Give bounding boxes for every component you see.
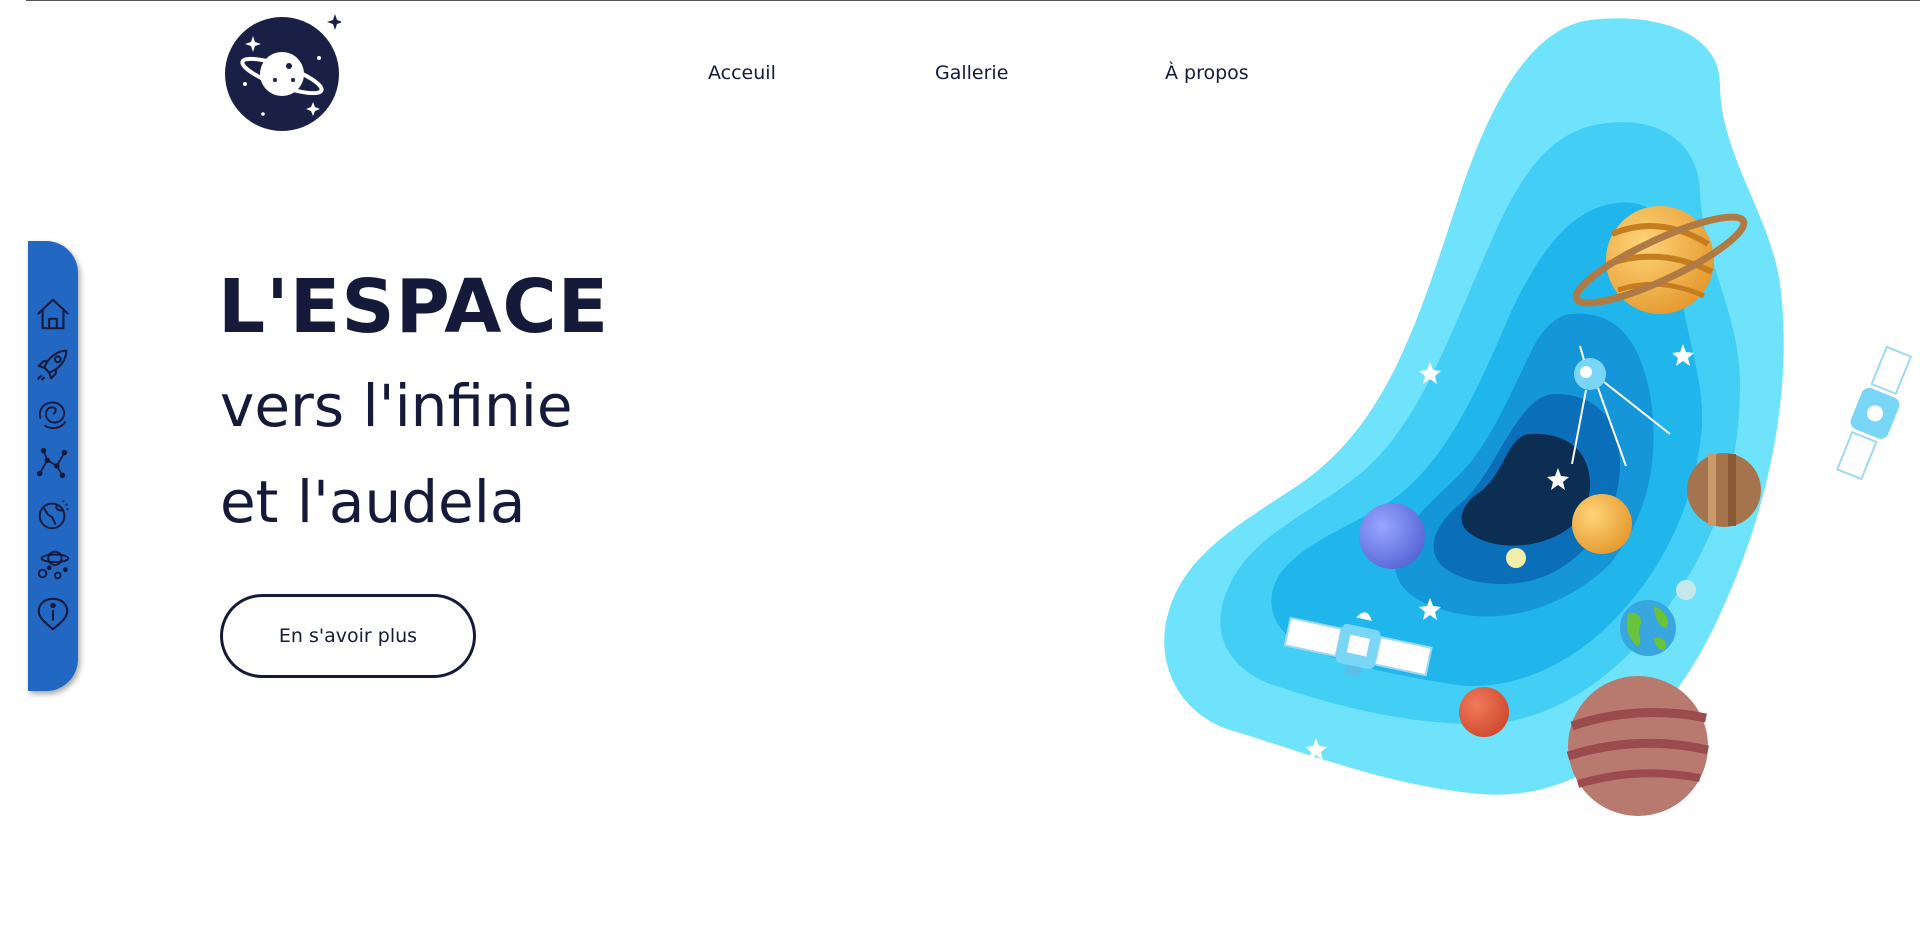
hero-title: L'ESPACE: [218, 264, 610, 350]
learn-more-button[interactable]: En s'avoir plus: [220, 594, 476, 678]
home-icon[interactable]: [33, 294, 73, 334]
side-nav: [28, 241, 78, 691]
info-icon[interactable]: [33, 594, 73, 634]
constellation-icon[interactable]: [33, 444, 73, 484]
planet-logo-icon[interactable]: [223, 14, 341, 132]
nav-home-link[interactable]: Acceuil: [708, 62, 776, 84]
top-border: [26, 0, 1920, 1]
rocket-icon[interactable]: [33, 344, 73, 384]
hero-subtitle-line1: vers l'infinie: [220, 372, 573, 440]
nav-gallery-link[interactable]: Gallerie: [935, 62, 1008, 84]
earth-icon[interactable]: [33, 494, 73, 534]
galaxy-icon[interactable]: [33, 394, 73, 434]
planets-icon[interactable]: [33, 544, 73, 584]
space-illustration: [1164, 18, 1913, 816]
hero-subtitle-line2: et l'audela: [220, 468, 526, 536]
